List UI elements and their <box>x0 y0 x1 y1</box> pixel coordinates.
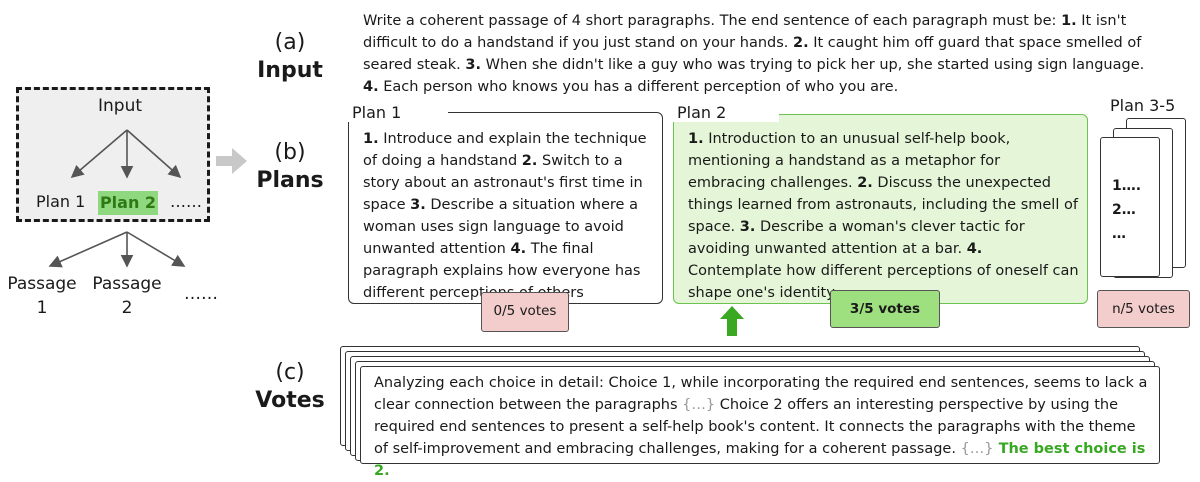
plan1-num-2: 2. <box>521 153 538 169</box>
tree-passage2: Passage 2 <box>89 272 165 320</box>
tree-more-plans: …… <box>170 192 202 211</box>
plan2-text: 1. Introduction to an unusual self-help … <box>688 128 1080 304</box>
vote-ellipsis-2: {…} <box>960 441 994 457</box>
tree-passage2-number: 2 <box>121 298 133 318</box>
tree-plan2-highlight: Plan 2 <box>98 191 158 215</box>
section-b-name: Plans <box>256 168 324 193</box>
section-c-letter: (c) <box>275 360 305 385</box>
right-arrow-icon <box>216 148 247 174</box>
vote-ellipsis-1: {…} <box>682 397 716 413</box>
tree-edge-dots <box>126 129 182 179</box>
tree-passage2-word: Passage <box>92 274 162 294</box>
section-a-name: Input <box>257 58 323 83</box>
input-num-2: 2. <box>793 35 809 51</box>
tree-passage1-number: 1 <box>36 298 48 318</box>
input-prompt-text: Write a coherent passage of 4 short para… <box>363 10 1163 98</box>
plan1-vote-badge: 0/5 votes <box>481 292 569 332</box>
tree-passage1: Passage 1 <box>4 272 80 320</box>
tree-passage-more: …… <box>184 284 218 304</box>
plan35-item-2: 2… <box>1112 202 1136 218</box>
up-arrow-icon <box>720 306 744 336</box>
plan35-title: Plan 3-5 <box>1104 96 1200 115</box>
plan1-num-3: 3. <box>410 197 426 213</box>
section-c-name: Votes <box>255 388 325 413</box>
input-num-3: 3. <box>465 57 482 73</box>
plan35-item-3: … <box>1112 226 1126 242</box>
tree-plan1-label: Plan 1 <box>36 192 86 211</box>
plan2-title: Plan 2 <box>671 103 779 122</box>
plan1-num-1: 1. <box>363 131 379 147</box>
section-a-letter: (a) <box>274 30 306 55</box>
plan35-items: 1…. 2… … <box>1112 174 1141 246</box>
tree-edges <box>48 129 186 268</box>
plan2-num-3: 3. <box>739 219 756 235</box>
plan2-num-4: 4. <box>966 241 983 257</box>
input-num-4: 4. <box>363 79 379 95</box>
plan1-text: 1. Introduce and explain the technique o… <box>363 128 655 304</box>
tree-edge-passage1 <box>48 231 128 268</box>
tree-edge-passage-dots <box>126 231 186 267</box>
plan2-num-2: 2. <box>857 175 873 191</box>
section-b-letter: (b) <box>274 140 306 165</box>
plan2-vote-badge: 3/5 votes <box>830 290 940 328</box>
tree-passage1-word: Passage <box>7 274 77 294</box>
input-num-1: 1. <box>1061 13 1077 29</box>
plan1-title: Plan 1 <box>346 103 448 122</box>
input-intro: Write a coherent passage of 4 short para… <box>363 13 1062 29</box>
plan35-vote-badge: n/5 votes <box>1097 290 1190 328</box>
tree-edge-plan1 <box>70 129 128 179</box>
plan1-num-4: 4. <box>510 241 527 257</box>
input-sentence-4: Each person who knows you has a differen… <box>378 79 899 95</box>
input-sentence-3: When she didn't like a guy who was tryin… <box>481 57 1145 73</box>
plan35-item-1: 1…. <box>1112 178 1142 194</box>
plan2-num-1: 1. <box>688 131 704 147</box>
